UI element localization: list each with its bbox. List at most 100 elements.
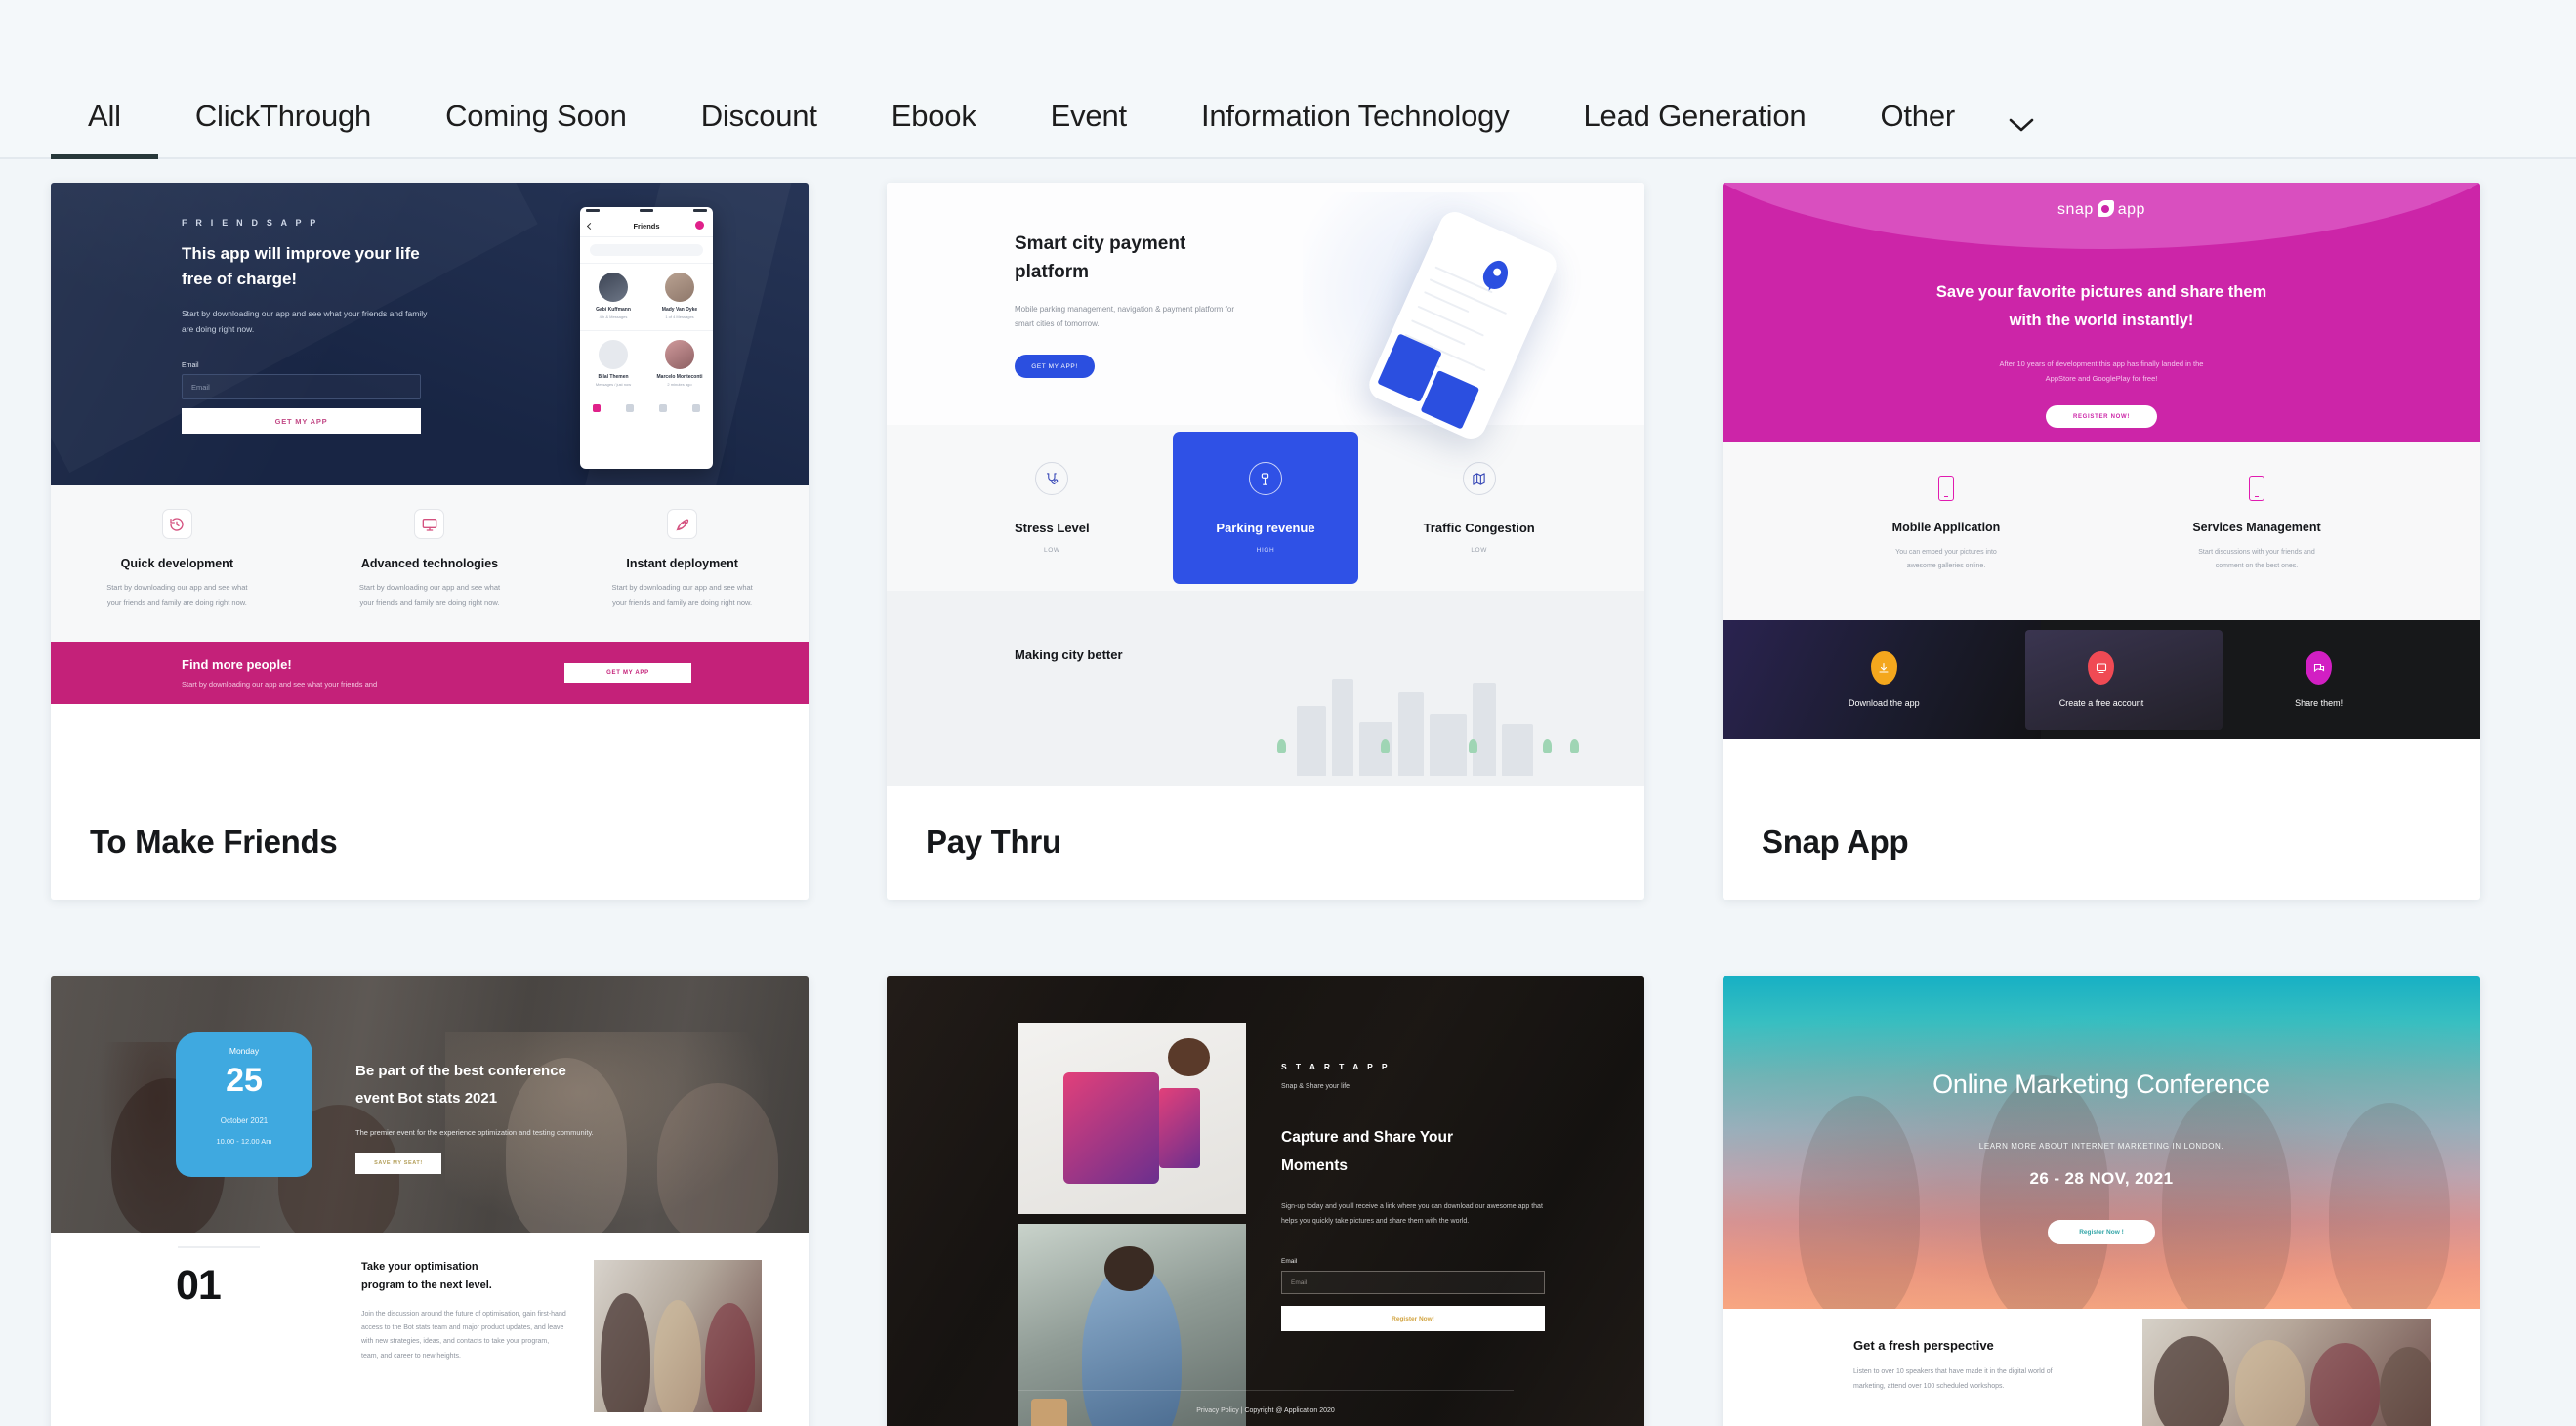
back-icon: [586, 222, 595, 231]
footer-legal: Privacy Policy | Copyright @ Application…: [887, 1390, 1644, 1414]
hero-section: Smart city payment platform Mobile parki…: [887, 183, 1644, 444]
friend-sub: 4th & Messages: [599, 315, 628, 319]
tab-icon: [692, 404, 700, 412]
snap-app-logo: snap app: [1723, 200, 2480, 219]
email-field[interactable]: Email: [1281, 1271, 1545, 1295]
phone-tab-bar: [580, 398, 713, 418]
category-tab-bar: All ClickThrough Coming Soon Discount Eb…: [0, 0, 2576, 159]
register-now-button[interactable]: Register Now!: [1281, 1306, 1545, 1332]
stat-value: HIGH: [1256, 547, 1275, 554]
stats-section: Stress Level LOW Parking revenue HIGH Tr…: [887, 425, 1644, 591]
step-label: Download the app: [1849, 698, 1920, 708]
tab-label: Coming Soon: [445, 99, 627, 133]
stethoscope-icon: [1035, 462, 1069, 495]
card-preview: S T A R T A P P Snap & Share your life C…: [887, 976, 1644, 1426]
tab-label: All: [88, 99, 121, 133]
template-card-start-app[interactable]: S T A R T A P P Snap & Share your life C…: [887, 976, 1644, 1426]
hero-subtext: After 10 years of development this app h…: [1999, 359, 2204, 383]
feature-desc: Start discussions with your friends and …: [2198, 549, 2315, 569]
tab-ebook[interactable]: Ebook: [854, 99, 1014, 159]
tab-other[interactable]: Other: [1843, 99, 1992, 159]
event-time: 10.00 - 12.00 Am: [216, 1137, 272, 1146]
register-now-button[interactable]: REGISTER NOW!: [2046, 405, 2157, 428]
tab-lead-generation[interactable]: Lead Generation: [1547, 99, 1844, 159]
get-my-app-button[interactable]: GET MY APP!: [1015, 355, 1095, 379]
template-card-conference-event[interactable]: Monday 25 October 2021 10.00 - 12.00 Am …: [51, 976, 809, 1426]
content-copy: Take your optimisation program to the ne…: [361, 1258, 566, 1363]
section-body: Join the discussion around the future of…: [361, 1310, 566, 1360]
feature-title: Mobile Application: [1891, 521, 2001, 534]
tab-discount[interactable]: Discount: [664, 99, 854, 159]
stat-label: Traffic Congestion: [1423, 521, 1535, 535]
card-preview: F R I E N D S A P P This app will improv…: [51, 183, 809, 788]
tab-all[interactable]: All: [51, 99, 158, 159]
feature-item: Quick development Start by downloading o…: [99, 509, 255, 609]
feature-desc: Start by downloading our app and see wha…: [358, 583, 501, 607]
tab-label: Other: [1880, 99, 1955, 133]
friend-item: Marcelo Monteconti 2 minutes ago: [646, 330, 713, 398]
avatar: [665, 340, 694, 369]
tab-event[interactable]: Event: [1014, 99, 1164, 159]
step-item: Share them!: [2236, 651, 2402, 708]
email-field[interactable]: Email: [182, 374, 421, 400]
feature-title: Quick development: [120, 557, 233, 570]
phone-nav-bar: Friends: [580, 216, 713, 237]
hero-subtext: Sign-up today and you'll receive a link …: [1281, 1202, 1543, 1225]
register-now-button[interactable]: Register Now !: [2048, 1220, 2155, 1244]
template-card-online-marketing-conference[interactable]: Online Marketing Conference LEARN MORE A…: [1723, 976, 2480, 1426]
avatar: [665, 273, 694, 302]
mobile-phone-icon: [1938, 476, 1954, 501]
template-card-to-make-friends[interactable]: F R I E N D S A P P This app will improv…: [51, 183, 809, 900]
city-illustration-section: Making city better: [887, 591, 1644, 786]
hero-headline: This app will improve your life free of …: [182, 244, 420, 288]
banner-subtext: Start by downloading our app and see wha…: [182, 680, 378, 689]
tab-label: ClickThrough: [194, 99, 372, 133]
get-my-app-button[interactable]: GET MY APP: [182, 408, 421, 435]
template-card-snap-app[interactable]: snap app Save your favorite pictures and …: [1723, 183, 2480, 900]
tab-icon: [626, 404, 634, 412]
tab-coming-soon[interactable]: Coming Soon: [408, 99, 664, 159]
stat-label: Stress Level: [1015, 521, 1090, 535]
phone-mockup: Friends Gabi Kuffmann 4th & Messages Mad…: [580, 207, 713, 469]
friend-sub: 2 minutes ago: [667, 382, 692, 387]
product-photo-top: [1018, 1023, 1246, 1214]
camera-icon: [2097, 200, 2114, 217]
friend-sub: Messages / just now: [595, 382, 632, 387]
card-preview: Smart city payment platform Mobile parki…: [887, 183, 1644, 788]
card-title: To Make Friends: [90, 823, 338, 860]
history-clock-icon: [161, 509, 192, 539]
tab-clickthrough[interactable]: ClickThrough: [158, 99, 408, 159]
template-card-pay-thru[interactable]: Smart city payment platform Mobile parki…: [887, 183, 1644, 900]
logo-right: app: [2117, 201, 2145, 218]
friend-sub: 1 of 4 Messages: [665, 315, 694, 319]
save-my-seat-button[interactable]: SAVE MY SEAT!: [355, 1152, 441, 1174]
stat-card-stress-level[interactable]: Stress Level LOW: [959, 442, 1144, 573]
card-title: Pay Thru: [926, 823, 1061, 860]
stat-label: Parking revenue: [1216, 521, 1315, 535]
card-preview: snap app Save your favorite pictures and …: [1723, 183, 2480, 788]
stat-card-traffic-congestion[interactable]: Traffic Congestion LOW: [1387, 442, 1572, 573]
feature-desc: You can embed your pictures into awesome…: [1895, 549, 1997, 569]
hero-headline: Capture and Share Your Moments: [1281, 1129, 1453, 1175]
share-chat-icon: [2306, 651, 2333, 685]
step-number: 01: [176, 1246, 260, 1309]
hero-headline: Be part of the best conference event Bot…: [355, 1063, 566, 1107]
stat-value: LOW: [1471, 547, 1487, 554]
content-section: 01 Take your optimisation program to the…: [51, 1233, 809, 1426]
step-label: Create a free account: [2058, 698, 2144, 708]
features-section: Mobile Application You can embed your pi…: [1723, 442, 2480, 620]
feature-desc: Start by downloading our app and see wha…: [106, 583, 248, 607]
tab-label: Information Technology: [1200, 99, 1510, 133]
stat-card-parking-revenue[interactable]: Parking revenue HIGH: [1172, 432, 1358, 584]
hero-copy: S T A R T A P P Snap & Share your life C…: [1281, 1062, 1545, 1332]
event-dates: 26 - 28 NOV, 2021: [2029, 1169, 2174, 1188]
banner-cta-button[interactable]: GET MY APP: [564, 663, 691, 683]
friends-grid: Gabi Kuffmann 4th & Messages Mady Van Dy…: [580, 263, 713, 398]
brand-tagline: Snap & Share your life: [1281, 1083, 1350, 1090]
logo-left: snap: [2057, 201, 2094, 218]
tab-information-technology[interactable]: Information Technology: [1164, 99, 1547, 159]
template-grid: F R I E N D S A P P This app will improv…: [0, 159, 2576, 1426]
step-item: Create a free account: [2018, 651, 2184, 708]
friend-item: Mady Van Dyke 1 of 4 Messages: [646, 263, 713, 330]
chevron-down-icon[interactable]: [1992, 116, 2064, 159]
